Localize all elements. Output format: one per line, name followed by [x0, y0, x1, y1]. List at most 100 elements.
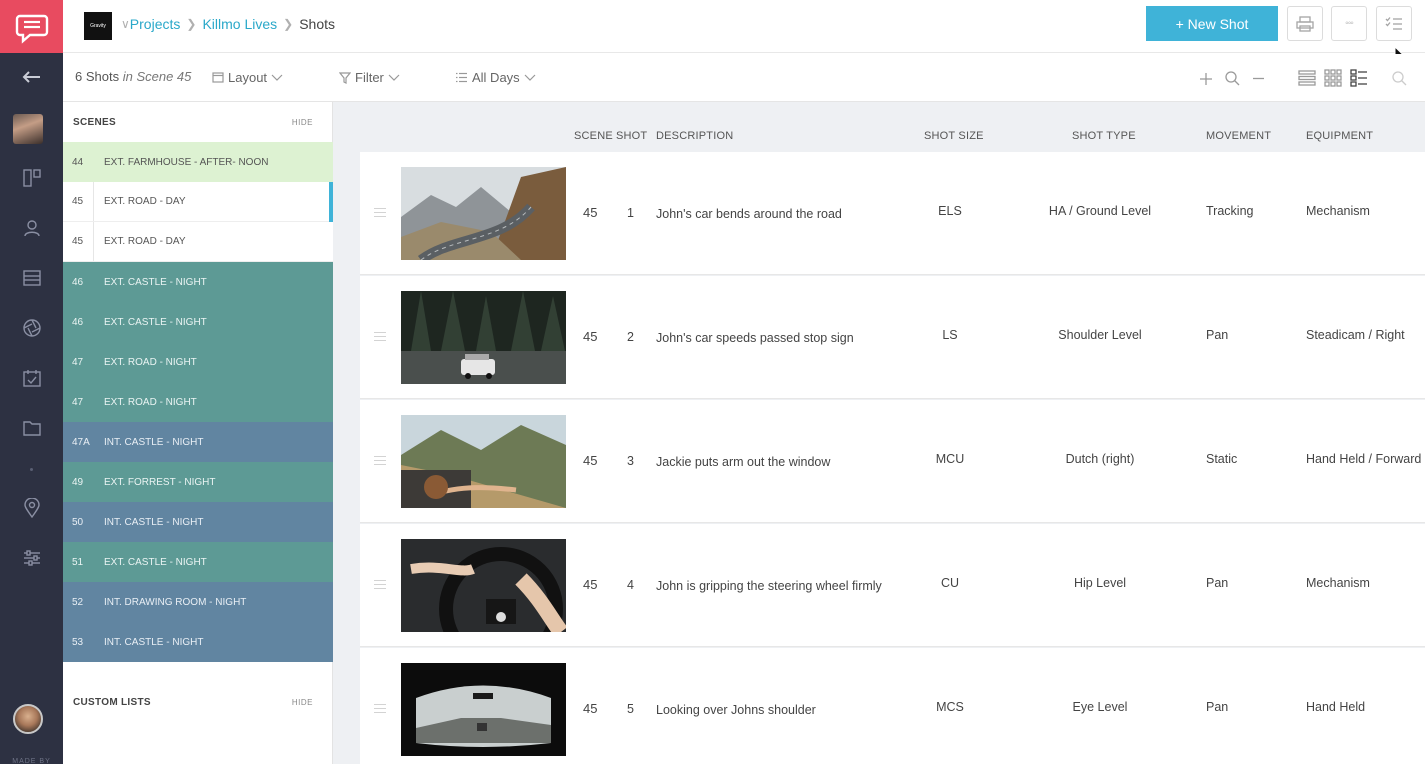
stripboard-icon[interactable] [0, 263, 63, 293]
scene-number: 47 [72, 356, 84, 368]
scene-number: 44 [72, 156, 84, 168]
scene-row[interactable]: 45 EXT. ROAD - DAY [63, 182, 333, 222]
minus-icon[interactable] [1252, 72, 1265, 85]
shot-movement: Pan [1206, 700, 1229, 714]
search-icon[interactable] [1392, 70, 1407, 86]
avatar[interactable] [13, 114, 43, 144]
shot-row[interactable]: 45 5 Looking over Johns shoulder MCS Eye Lev… [360, 648, 1425, 764]
scene-row[interactable]: 53 INT. CASTLE - NIGHT [63, 622, 333, 662]
column-header-movement[interactable]: MOVEMENT [1206, 130, 1271, 142]
scenes-panel: SCENES HIDE 44 EXT. FARMHOUSE - AFTER- NO… [63, 102, 333, 764]
column-header-description[interactable]: DESCRIPTION [656, 130, 733, 142]
scene-row[interactable]: 51 EXT. CASTLE - NIGHT [63, 542, 333, 582]
shot-row[interactable]: 45 2 John's car speeds passed stop sign LS S… [360, 276, 1425, 399]
scene-number: 51 [72, 556, 84, 568]
shot-shot-size: CU [940, 576, 960, 590]
checklist-icon [1385, 16, 1402, 30]
breadcrumb: ∨ Projects ❯ Killmo Lives ❯ Shots [121, 16, 335, 32]
drag-handle-icon[interactable] [374, 332, 386, 342]
layout-dropdown[interactable]: Layout [212, 70, 283, 85]
shot-row[interactable]: 45 3 Jackie puts arm out the window MCU Dutc… [360, 400, 1425, 523]
settings-sliders-icon[interactable] [0, 543, 63, 573]
checklist-button[interactable] [1376, 6, 1412, 41]
scene-row[interactable]: 50 INT. CASTLE - NIGHT [63, 502, 333, 542]
scene-row[interactable]: 47 EXT. ROAD - NIGHT [63, 382, 333, 422]
shot-equipment: Hand Held [1306, 700, 1366, 714]
shot-shot: 3 [627, 454, 634, 468]
shot-shot: 5 [627, 702, 634, 716]
scene-row[interactable]: 49 EXT. FORREST - NIGHT [63, 462, 333, 502]
made-by-label: MADE BY [12, 758, 51, 764]
shot-thumbnail[interactable] [401, 291, 566, 384]
column-header-shot-size[interactable]: SHOT SIZE [924, 130, 984, 142]
scene-row[interactable]: 45 EXT. ROAD - DAY [63, 222, 333, 262]
plus-icon[interactable] [1199, 72, 1213, 86]
back-arrow-icon[interactable] [0, 62, 63, 92]
shotlist-icon[interactable] [0, 313, 63, 343]
shot-thumbnail[interactable] [401, 167, 566, 260]
scene-heading: EXT. CASTLE - NIGHT [104, 316, 207, 328]
shot-shot-type: Shoulder Level [1058, 328, 1142, 342]
chevron-down-icon[interactable]: ∨ [121, 17, 130, 31]
chevron-right-icon: ❯ [283, 17, 294, 31]
scene-row[interactable]: 47 EXT. ROAD - NIGHT [63, 342, 333, 382]
scenes-title: SCENES [73, 116, 116, 128]
shot-scene: 45 [583, 205, 598, 220]
shot-shot-size: ELS [938, 204, 962, 218]
storyboard-icon[interactable] [0, 163, 63, 193]
project-logo[interactable]: Gravity [84, 12, 112, 40]
shot-thumbnail[interactable] [401, 415, 566, 508]
layout-label: Layout [228, 70, 268, 85]
scene-row[interactable]: 46 EXT. CASTLE - NIGHT [63, 262, 333, 302]
folder-icon[interactable] [0, 413, 63, 443]
more-button[interactable]: ◦◦◦ [1331, 6, 1367, 41]
scenes-hide-button[interactable]: HIDE [292, 118, 313, 127]
new-shot-button[interactable]: + New Shot [1146, 6, 1278, 41]
cast-icon[interactable] [0, 213, 63, 243]
scene-number: 45 [63, 222, 94, 261]
shot-equipment: Mechanism [1306, 576, 1370, 590]
column-header-shot-type[interactable]: SHOT TYPE [1072, 130, 1136, 142]
scene-row[interactable]: 46 EXT. CASTLE - NIGHT [63, 302, 333, 342]
scene-number: 49 [72, 476, 84, 488]
scene-heading: INT. DRAWING ROOM - NIGHT [104, 596, 247, 608]
drag-handle-icon[interactable] [374, 208, 386, 218]
column-header-shot[interactable]: SHOT [616, 130, 647, 142]
app-logo[interactable] [0, 0, 63, 53]
breadcrumb-projects[interactable]: Projects [130, 16, 181, 32]
calendar-icon[interactable] [0, 363, 63, 393]
shot-shot-size: LS [942, 328, 958, 342]
printer-icon [1296, 15, 1314, 32]
detail-view-icon[interactable] [1350, 69, 1368, 87]
scene-row[interactable]: 52 INT. DRAWING ROOM - NIGHT [63, 582, 333, 622]
zoom-icon[interactable] [1225, 71, 1240, 86]
scene-row[interactable]: 47A INT. CASTLE - NIGHT [63, 422, 333, 462]
shot-movement: Tracking [1206, 204, 1254, 218]
shot-thumbnail[interactable] [401, 539, 566, 632]
user-avatar[interactable] [13, 704, 43, 734]
shot-shot: 1 [627, 206, 634, 220]
shot-thumbnail[interactable] [401, 663, 566, 756]
column-header-scene[interactable]: SCENE [574, 130, 613, 142]
drag-handle-icon[interactable] [374, 580, 386, 590]
breadcrumb-project[interactable]: Killmo Lives [202, 16, 277, 32]
print-button[interactable] [1287, 6, 1323, 41]
chevron-down-icon [271, 74, 283, 81]
drag-handle-icon[interactable] [374, 456, 386, 466]
custom-lists-hide-button[interactable]: HIDE [292, 698, 313, 707]
grid-view-icon[interactable] [1324, 69, 1342, 87]
shot-shot-type: Dutch (right) [1065, 452, 1135, 466]
drag-handle-icon[interactable] [374, 704, 386, 714]
days-dropdown[interactable]: All Days [455, 70, 536, 85]
chevron-right-icon: ❯ [186, 17, 197, 31]
scene-row[interactable]: 44 EXT. FARMHOUSE - AFTER- NOON [63, 142, 333, 182]
shot-row[interactable]: 45 4 John is gripping the steering wheel f… [360, 524, 1425, 647]
list-view-icon[interactable] [1298, 69, 1316, 87]
location-icon[interactable] [0, 493, 63, 523]
filter-dropdown[interactable]: Filter [339, 70, 400, 85]
shot-row[interactable]: 45 1 John's car bends around the road ELS HA… [360, 152, 1425, 275]
scene-heading: EXT. CASTLE - NIGHT [104, 276, 207, 288]
column-header-equipment[interactable]: EQUIPMENT [1306, 130, 1373, 142]
scene-number: 46 [72, 276, 84, 288]
scene-heading: INT. CASTLE - NIGHT [104, 636, 204, 648]
